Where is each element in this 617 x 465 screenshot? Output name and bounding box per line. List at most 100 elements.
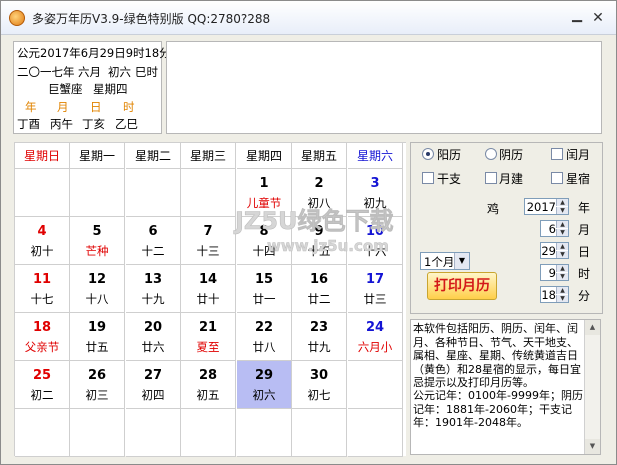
lunar-year: 二〇一七年	[17, 65, 75, 79]
solar-label[interactable]: 阳历	[437, 146, 461, 163]
calendar-day-cell[interactable]: 4 初十	[15, 217, 70, 265]
calendar-day-cell[interactable]: 17 廿三	[348, 265, 403, 313]
lunar-label[interactable]: 阴历	[499, 146, 523, 163]
ganzhi-checkbox[interactable]	[422, 172, 434, 184]
minute-unit: 分	[578, 289, 591, 303]
solar-radio[interactable]	[422, 148, 434, 160]
calendar-day-cell[interactable]: 27 初四	[126, 361, 181, 409]
empty-day-cell[interactable]	[15, 409, 70, 457]
calendar-day-cell[interactable]: 2 初八	[292, 169, 347, 217]
calendar-day-cell[interactable]: 14 廿十	[181, 265, 236, 313]
calendar-day-cell[interactable]: 21 夏至	[181, 313, 236, 361]
lunar-day-label: 初十	[30, 244, 54, 258]
lunar-day-label: 廿八	[252, 340, 276, 354]
calendar-day-cell[interactable]: 25 初二	[15, 361, 70, 409]
day-number: 2	[314, 176, 324, 191]
calendar-day-cell[interactable]: 19 廿五	[70, 313, 125, 361]
up-arrow-icon[interactable]: ▲	[556, 243, 568, 250]
weekday-header: 星期三	[181, 143, 236, 169]
leap-month-label[interactable]: 闰月	[566, 146, 590, 163]
up-arrow-icon[interactable]: ▲	[556, 199, 568, 206]
day-spinner[interactable]: 29 ▲ ▼	[540, 242, 569, 259]
calendar-day-cell[interactable]: 10 十六	[348, 217, 403, 265]
empty-day-cell[interactable]	[70, 169, 125, 217]
calendar-day-cell[interactable]: 3 初九	[348, 169, 403, 217]
lunar-day-label: 初四	[141, 388, 165, 402]
day-number: 10	[365, 224, 385, 239]
print-calendar-button[interactable]: 打印月历	[427, 272, 497, 300]
down-arrow-icon[interactable]: ▼	[556, 295, 568, 302]
description-textarea[interactable]: 本软件包括阳历、阴历、闰年、闰月、各种节日、节气、天干地支、属相、星座、星期、传…	[410, 319, 601, 455]
empty-day-cell[interactable]	[237, 409, 292, 457]
scroll-up-icon[interactable]: ▲	[585, 320, 600, 335]
hour-spinner[interactable]: 9 ▲ ▼	[540, 264, 569, 281]
month-build-label[interactable]: 月建	[499, 170, 523, 187]
up-arrow-icon[interactable]: ▲	[556, 221, 568, 228]
note-panel[interactable]	[166, 41, 602, 134]
lunar-day-label: 初九	[363, 196, 387, 210]
ganzhi-label[interactable]: 干支	[437, 170, 461, 187]
lunar-day-label: 廿五	[85, 340, 109, 354]
month-spinner[interactable]: 6 ▲ ▼	[540, 220, 569, 237]
calendar-day-cell[interactable]: 13 十九	[126, 265, 181, 313]
description-text: 本软件包括阳历、阴历、闰年、闰月、各种节日、节气、天干地支、属相、星座、星期、传…	[413, 322, 581, 389]
label-hour: 时	[123, 100, 135, 114]
calendar-day-cell[interactable]: 24 六月小	[348, 313, 403, 361]
empty-day-cell[interactable]	[348, 361, 403, 409]
day-number: 22	[254, 320, 274, 335]
star-label[interactable]: 星宿	[566, 170, 590, 187]
minimize-icon[interactable]: ▁	[570, 9, 584, 23]
star-checkbox[interactable]	[551, 172, 563, 184]
calendar-day-cell[interactable]: 7 十三	[181, 217, 236, 265]
lunar-day-label: 十六	[363, 244, 387, 258]
calendar-day-cell[interactable]: 18 父亲节	[15, 313, 70, 361]
minute-spinner[interactable]: 18 ▲ ▼	[540, 286, 569, 303]
day-number: 23	[309, 320, 329, 335]
calendar-day-cell[interactable]: 30 初七	[292, 361, 347, 409]
calendar-day-cell[interactable]: 1 儿童节	[237, 169, 292, 217]
calendar-day-cell[interactable]: 26 初三	[70, 361, 125, 409]
day-number: 12	[87, 272, 107, 287]
calendar-day-cell[interactable]: 20 廿六	[126, 313, 181, 361]
empty-day-cell[interactable]	[15, 169, 70, 217]
empty-day-cell[interactable]	[126, 169, 181, 217]
down-arrow-icon[interactable]: ▼	[556, 229, 568, 236]
up-arrow-icon[interactable]: ▲	[556, 265, 568, 272]
calendar-day-cell[interactable]: 29 初六	[237, 361, 292, 409]
empty-day-cell[interactable]	[348, 409, 403, 457]
calendar-day-cell[interactable]: 16 廿二	[292, 265, 347, 313]
calendar-day-cell[interactable]: 12 十八	[70, 265, 125, 313]
calendar-day-cell[interactable]: 11 十七	[15, 265, 70, 313]
close-icon[interactable]: ✕	[591, 11, 605, 25]
day-number: 18	[32, 320, 52, 335]
leap-month-checkbox[interactable]	[551, 148, 563, 160]
calendar-day-cell[interactable]: 28 初五	[181, 361, 236, 409]
calendar-day-cell[interactable]: 23 廿九	[292, 313, 347, 361]
calendar-day-cell[interactable]: 6 十二	[126, 217, 181, 265]
down-arrow-icon[interactable]: ▼	[556, 273, 568, 280]
down-arrow-icon[interactable]: ▼	[556, 207, 568, 214]
down-arrow-icon[interactable]: ▼	[556, 251, 568, 258]
scrollbar[interactable]: ▲ ▼	[584, 320, 600, 454]
calendar-day-cell[interactable]: 8 十四	[237, 217, 292, 265]
calendar-day-cell[interactable]: 22 廿八	[237, 313, 292, 361]
chevron-down-icon[interactable]: ▼	[454, 253, 469, 269]
month-build-checkbox[interactable]	[485, 172, 497, 184]
up-arrow-icon[interactable]: ▲	[556, 287, 568, 294]
lunar-radio[interactable]	[485, 148, 497, 160]
calendar-day-cell[interactable]: 5 芒种	[70, 217, 125, 265]
empty-day-cell[interactable]	[181, 409, 236, 457]
scroll-down-icon[interactable]: ▼	[585, 439, 600, 454]
day-number: 26	[87, 368, 107, 383]
span-select[interactable]: 1个月 ▼	[420, 252, 470, 270]
empty-day-cell[interactable]	[70, 409, 125, 457]
solar-datetime: 公元2017年6月29日9时18分	[17, 46, 171, 60]
day-number: 4	[37, 224, 47, 239]
ganzhi-day: 丁亥	[82, 117, 105, 131]
empty-day-cell[interactable]	[181, 169, 236, 217]
calendar-day-cell[interactable]: 15 廿一	[237, 265, 292, 313]
empty-day-cell[interactable]	[292, 409, 347, 457]
calendar-day-cell[interactable]: 9 十五	[292, 217, 347, 265]
empty-day-cell[interactable]	[126, 409, 181, 457]
year-spinner[interactable]: 2017 ▲ ▼	[524, 198, 569, 215]
